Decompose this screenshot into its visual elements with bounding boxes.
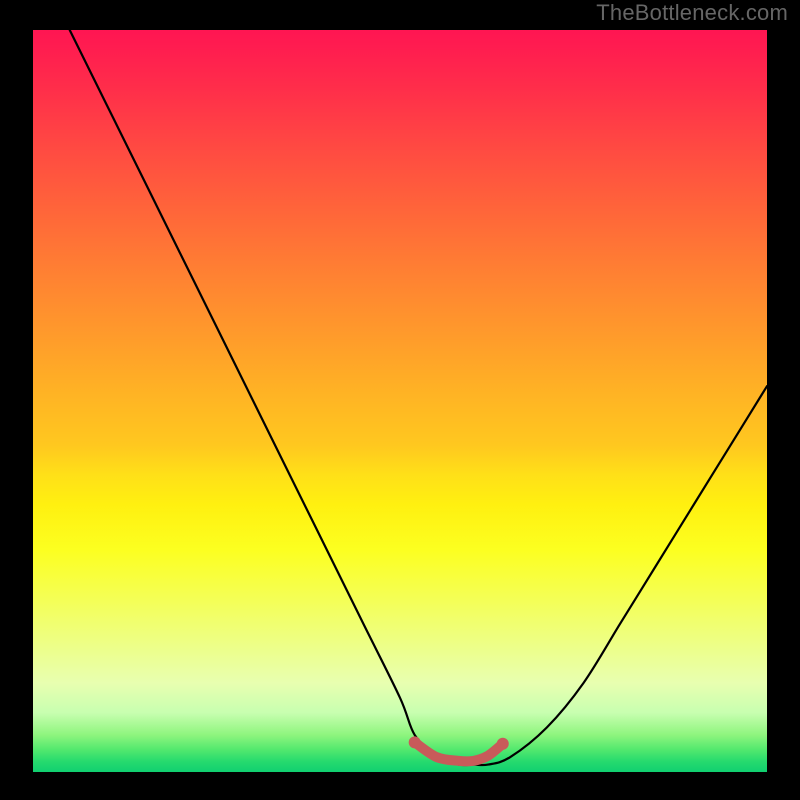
watermark-text: TheBottleneck.com — [596, 0, 788, 26]
sweet-spot-endpoint — [497, 738, 509, 750]
series-sweet-spot — [415, 742, 503, 761]
sweet-spot-endpoint — [409, 736, 421, 748]
chart-curves — [0, 0, 800, 800]
chart-frame: TheBottleneck.com — [0, 0, 800, 800]
series-bottleneck-curve — [70, 30, 767, 765]
